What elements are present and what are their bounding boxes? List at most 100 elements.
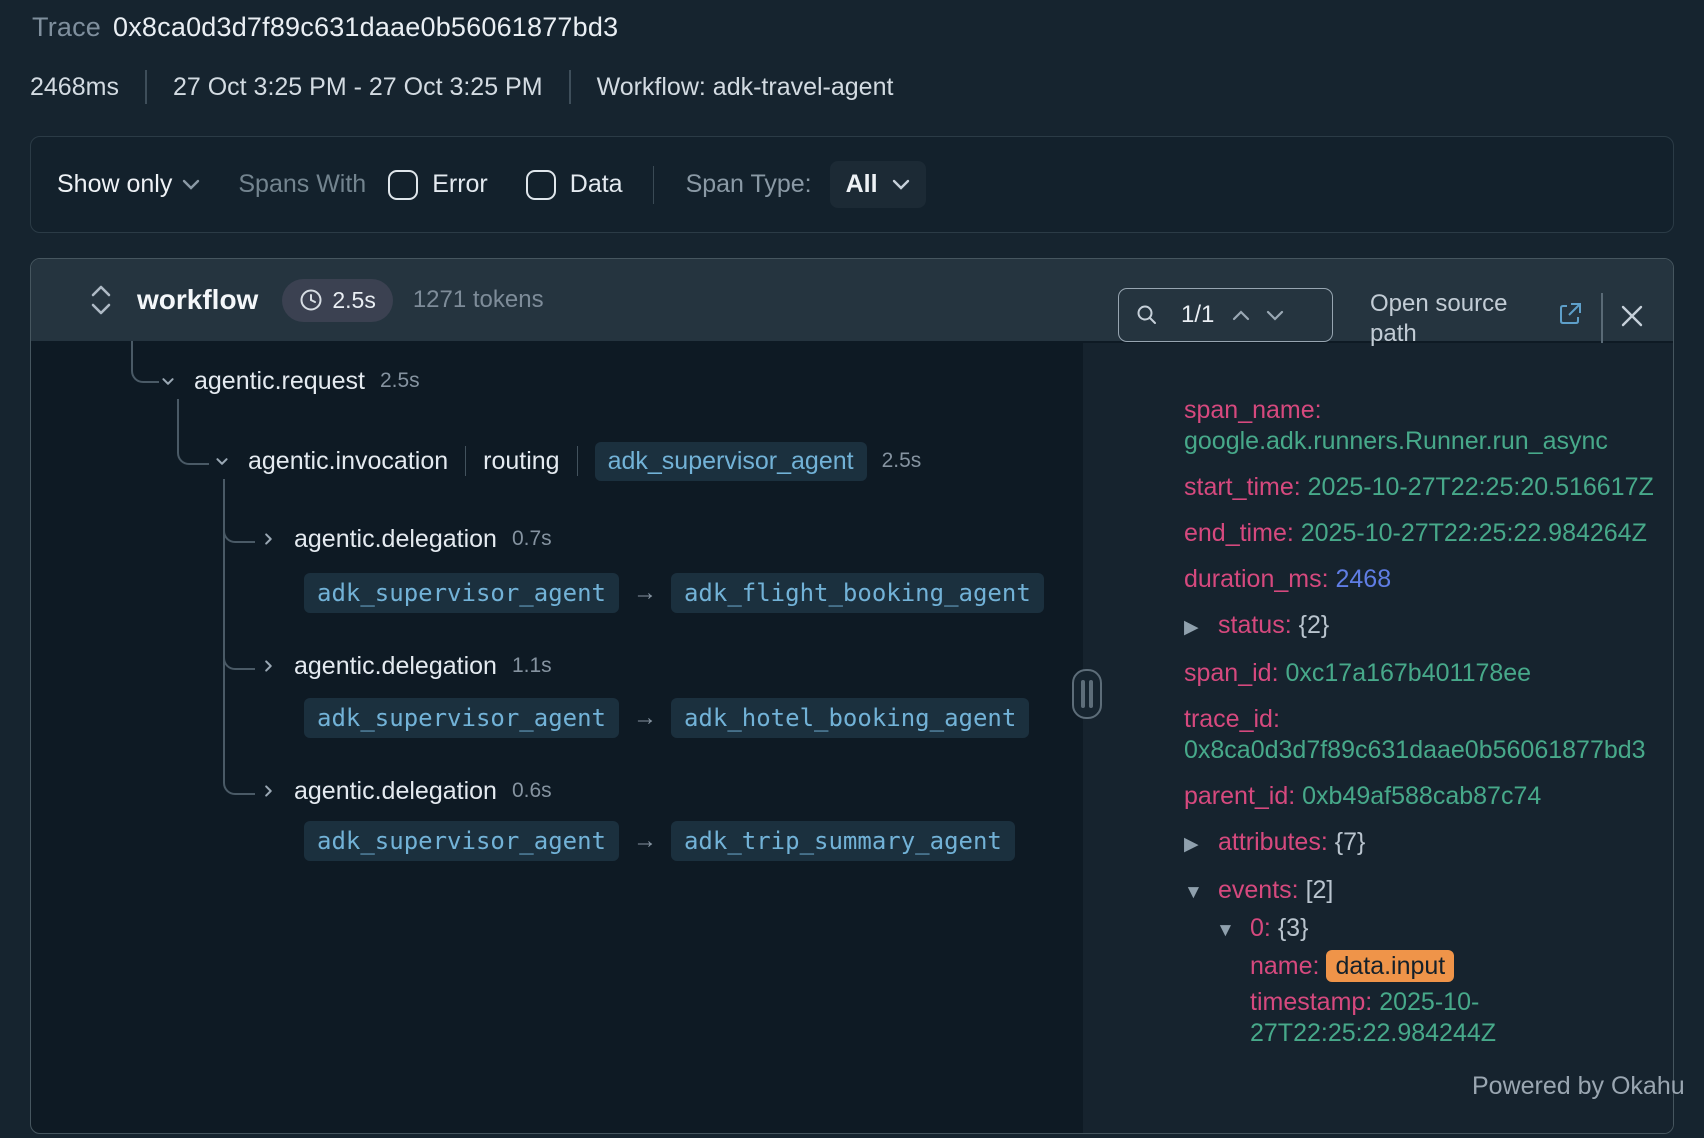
detail-search-input[interactable]: 1/1	[1118, 288, 1333, 342]
data-checkbox[interactable]	[526, 170, 556, 200]
workflow-duration: 2.5s	[332, 287, 375, 314]
span-name: agentic.delegation	[294, 525, 497, 554]
divider	[1601, 293, 1603, 343]
span-row-agentic-invocation[interactable]: agentic.invocation routing adk_superviso…	[211, 445, 921, 477]
error-checkbox-label[interactable]: Error	[432, 170, 488, 199]
trace-detail-panel: workflow 2.5s 1271 tokens agentic.reques…	[30, 258, 1674, 1134]
expand-triangle-icon[interactable]: ▶	[1184, 829, 1218, 860]
field-attributes[interactable]: ▶attributes: {7}	[1184, 827, 1654, 860]
field-event-timestamp: timestamp: 2025-10-27T22:25:22.984244Z	[1250, 987, 1654, 1049]
chevron-up-icon[interactable]	[1232, 310, 1250, 321]
span-kind-routing: routing	[483, 447, 559, 476]
detail-header: 1/1 Open source path	[1083, 259, 1674, 343]
field-span-id: span_id: 0xc17a167b401178ee	[1184, 658, 1654, 689]
chevron-right-icon[interactable]	[257, 528, 279, 550]
spans-with-label: Spans With	[238, 170, 366, 199]
show-only-dropdown[interactable]: Show only	[57, 170, 200, 199]
divider	[465, 446, 466, 476]
from-agent-chip[interactable]: adk_supervisor_agent	[304, 573, 619, 613]
delegation-agents-2: adk_supervisor_agent → adk_hotel_booking…	[304, 697, 1029, 739]
span-row-agentic-request[interactable]: agentic.request 2.5s	[157, 365, 420, 397]
to-agent-chip[interactable]: adk_hotel_booking_agent	[671, 698, 1029, 738]
span-duration: 2.5s	[882, 449, 922, 473]
chevron-right-icon[interactable]	[257, 780, 279, 802]
data-checkbox-label[interactable]: Data	[570, 170, 623, 199]
span-detail-sidebar: 1/1 Open source path	[1083, 259, 1674, 1133]
tree-connector	[131, 341, 159, 383]
chevron-down-icon[interactable]	[1266, 310, 1284, 321]
open-source-path-button[interactable]: Open source path	[1370, 289, 1532, 349]
tree-connector	[177, 399, 209, 465]
page-title: Trace 0x8ca0d3d7f89c631daae0b56061877bd3	[32, 12, 618, 43]
span-type-value: All	[846, 170, 878, 199]
tree-connector	[223, 479, 255, 795]
span-duration: 0.7s	[512, 527, 552, 551]
field-trace-id: trace_id: 0x8ca0d3d7f89c631daae0b5606187…	[1184, 704, 1654, 766]
divider	[653, 166, 654, 204]
chevron-right-icon[interactable]	[257, 655, 279, 677]
workflow-span-title: workflow	[137, 284, 258, 316]
from-agent-chip[interactable]: adk_supervisor_agent	[304, 821, 619, 861]
span-name: agentic.delegation	[294, 652, 497, 681]
arrow-right-icon: →	[633, 704, 657, 732]
field-parent-id: parent_id: 0xb49af588cab87c74	[1184, 781, 1654, 812]
span-row-agentic-delegation-1[interactable]: agentic.delegation 0.7s	[257, 523, 552, 555]
trace-meta-row: 2468ms 27 Oct 3:25 PM - 27 Oct 3:25 PM W…	[30, 70, 893, 104]
expand-triangle-icon[interactable]: ▶	[1184, 612, 1218, 643]
error-checkbox[interactable]	[388, 170, 418, 200]
collapse-triangle-icon[interactable]: ▼	[1216, 915, 1250, 946]
field-event-0[interactable]: ▼0: {3}	[1216, 913, 1654, 946]
collapse-triangle-icon[interactable]: ▼	[1184, 877, 1218, 908]
chevron-down-icon[interactable]	[157, 370, 179, 392]
divider	[577, 446, 578, 476]
workflow-duration-badge: 2.5s	[282, 279, 392, 322]
agent-chip[interactable]: adk_supervisor_agent	[595, 442, 867, 481]
field-start-time: start_time: 2025-10-27T22:25:20.516617Z	[1184, 472, 1654, 503]
delegation-agents-1: adk_supervisor_agent → adk_flight_bookin…	[304, 572, 1044, 614]
arrow-right-icon: →	[633, 579, 657, 607]
span-duration: 0.6s	[512, 779, 552, 803]
show-only-label: Show only	[57, 170, 172, 199]
workflow-token-count: 1271 tokens	[413, 286, 544, 314]
field-events[interactable]: ▼events: [2]	[1184, 875, 1654, 908]
span-type-label: Span Type:	[686, 170, 812, 199]
chevron-down-icon[interactable]	[211, 450, 233, 472]
clock-icon	[299, 288, 323, 312]
arrow-right-icon: →	[633, 827, 657, 855]
search-icon	[1135, 303, 1159, 327]
field-span-name: span_name: google.adk.runners.Runner.run…	[1184, 395, 1654, 457]
close-icon[interactable]	[1619, 303, 1645, 329]
span-duration: 1.1s	[512, 654, 552, 678]
expand-collapse-all-button[interactable]	[87, 283, 115, 317]
events-group: ▼events: [2] ▼0: {3} name: data.input ti…	[1184, 875, 1654, 1049]
field-duration-ms: duration_ms: 2468	[1184, 564, 1654, 595]
span-type-dropdown[interactable]: All	[830, 161, 926, 208]
span-row-agentic-delegation-3[interactable]: agentic.delegation 0.6s	[257, 775, 552, 807]
trace-workflow-name: Workflow: adk-travel-agent	[597, 73, 894, 102]
field-end-time: end_time: 2025-10-27T22:25:22.984264Z	[1184, 518, 1654, 549]
field-event-name: name: data.input	[1250, 951, 1654, 982]
trace-duration: 2468ms	[30, 73, 119, 102]
resize-grip-bar	[1089, 680, 1093, 708]
field-status[interactable]: ▶status: {2}	[1184, 610, 1654, 643]
from-agent-chip[interactable]: adk_supervisor_agent	[304, 698, 619, 738]
chevron-down-icon	[892, 179, 910, 191]
search-nav	[1232, 310, 1284, 321]
trace-viewer-screen: Trace0x8ca0d3d7f89c631daae0b56061877bd3 …	[0, 0, 1704, 1138]
powered-by-watermark: Powered by Okahu	[1472, 1072, 1685, 1101]
trace-label: Trace	[32, 12, 101, 42]
resize-grip-bar	[1081, 680, 1085, 708]
search-match-count: 1/1	[1181, 301, 1214, 329]
external-link-icon[interactable]	[1557, 301, 1583, 327]
trace-time-range: 27 Oct 3:25 PM - 27 Oct 3:25 PM	[173, 73, 543, 102]
filter-bar: Show only Spans With Error Data Span Typ…	[30, 136, 1674, 233]
chevrons-up-down-icon	[87, 283, 115, 317]
delegation-agents-3: adk_supervisor_agent → adk_trip_summary_…	[304, 820, 1015, 862]
trace-id-value: 0x8ca0d3d7f89c631daae0b56061877bd3	[113, 12, 618, 42]
search-highlight: data.input	[1326, 950, 1454, 982]
span-row-agentic-delegation-2[interactable]: agentic.delegation 1.1s	[257, 650, 552, 682]
to-agent-chip[interactable]: adk_flight_booking_agent	[671, 573, 1044, 613]
divider	[145, 70, 147, 104]
panel-resize-handle[interactable]	[1072, 669, 1102, 719]
to-agent-chip[interactable]: adk_trip_summary_agent	[671, 821, 1015, 861]
